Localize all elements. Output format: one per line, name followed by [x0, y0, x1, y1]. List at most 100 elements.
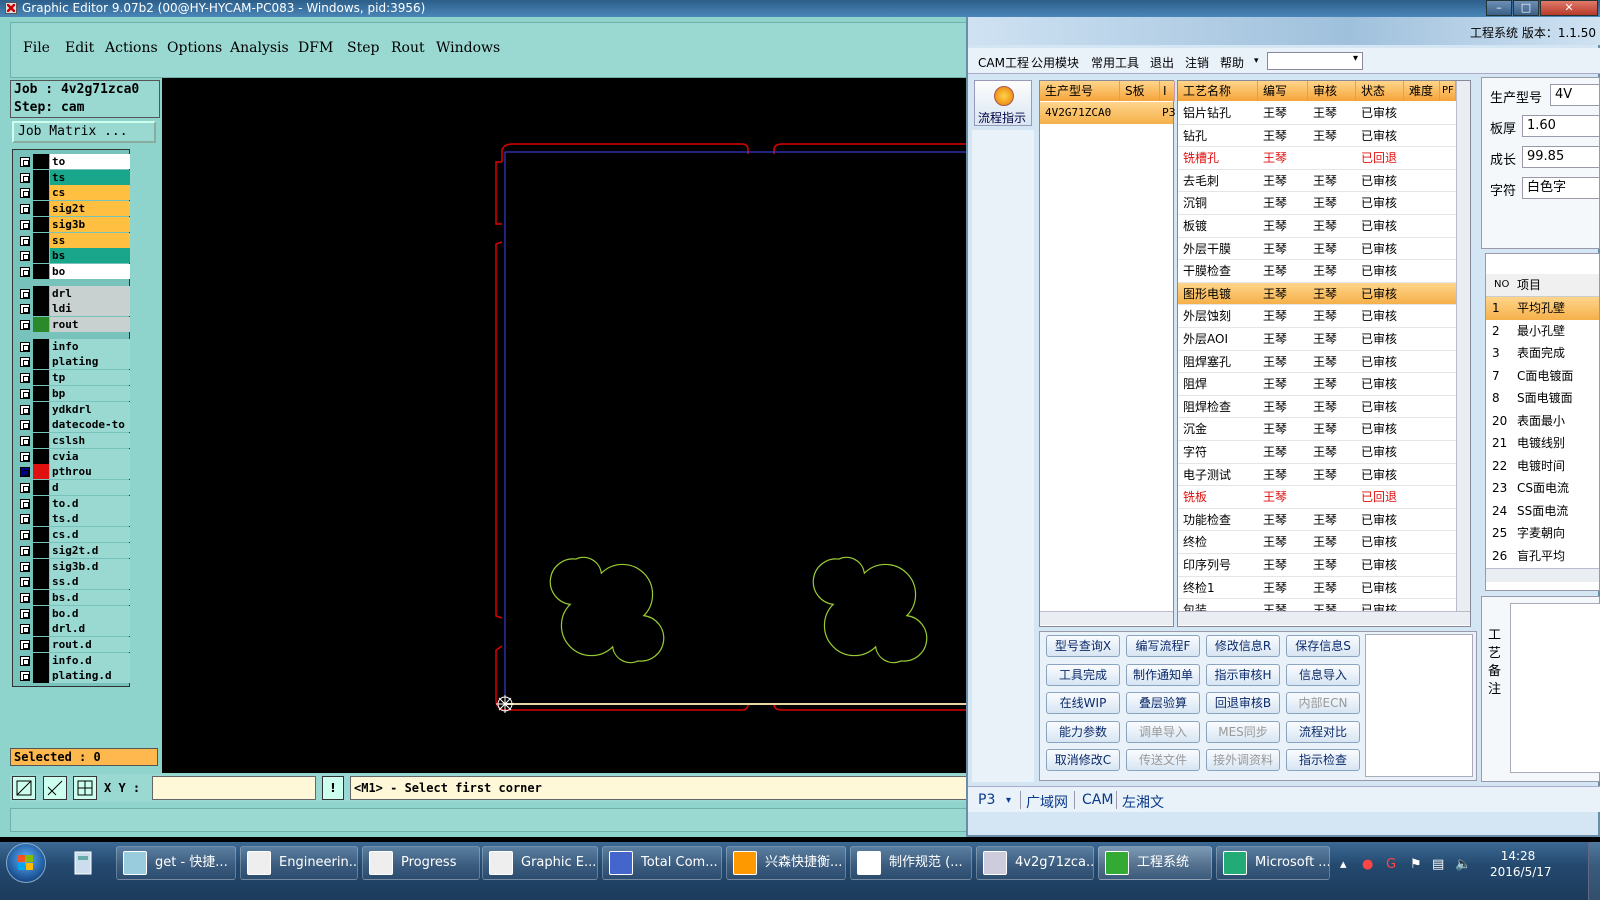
layer-color-swatch[interactable] — [33, 301, 49, 317]
layer-color-swatch[interactable] — [33, 169, 49, 185]
layer-color-swatch[interactable] — [33, 558, 49, 574]
layer-name[interactable]: ss — [50, 232, 130, 248]
chevron-down-icon[interactable]: ▾ — [1254, 56, 1259, 66]
taskbar-item[interactable]: Microsoft ... — [1216, 846, 1330, 880]
layer-row[interactable]: cslsh — [15, 432, 130, 448]
table-row[interactable]: 字符 王琴 王琴 已审核 — [1178, 441, 1456, 464]
layer-name[interactable]: ldi — [50, 301, 130, 317]
action-button[interactable]: 信息导入 — [1286, 663, 1360, 686]
action-note-box[interactable] — [1365, 634, 1473, 777]
layer-color-swatch[interactable] — [33, 511, 49, 527]
yield-field[interactable]: 99.85 — [1522, 146, 1600, 168]
layer-row[interactable]: plating — [15, 354, 130, 370]
action-button[interactable]: 在线WIP — [1046, 692, 1120, 714]
table-row[interactable]: 阻焊塞孔 王琴 王琴 已审核 — [1178, 351, 1456, 374]
layer-row[interactable]: ldi — [15, 301, 130, 317]
layer-row[interactable]: sig3b.d — [15, 558, 130, 574]
layer-color-swatch[interactable] — [33, 201, 49, 217]
layer-color-swatch[interactable] — [33, 432, 49, 448]
table-row[interactable]: 25 字麦朝向 — [1486, 522, 1599, 545]
layer-checkbox[interactable] — [20, 577, 30, 588]
layer-color-swatch[interactable] — [33, 232, 49, 248]
layer-row[interactable]: bs — [15, 248, 130, 264]
layer-row[interactable]: d — [15, 480, 130, 495]
layer-color-swatch[interactable] — [33, 527, 49, 543]
layer-name[interactable]: bo.d — [50, 605, 130, 621]
layer-checkbox[interactable] — [20, 157, 30, 167]
taskbar-item[interactable]: 4v2g71zca... — [976, 846, 1094, 880]
menu-windows[interactable]: Windows — [436, 40, 500, 56]
layer-checkbox[interactable] — [20, 266, 30, 277]
layer-color-swatch[interactable] — [33, 401, 49, 417]
layer-checkbox[interactable] — [20, 204, 30, 215]
layer-checkbox[interactable] — [20, 172, 30, 183]
action-button[interactable]: 流程对比 — [1286, 720, 1360, 743]
network-icon[interactable]: ▤ — [1432, 857, 1444, 872]
menu-dfm[interactable]: DFM — [298, 40, 333, 56]
table-row[interactable]: 2 最小孔壁 — [1486, 320, 1599, 343]
table-row[interactable]: 20 表面最小 — [1486, 410, 1599, 433]
action-button[interactable]: 能力参数 — [1046, 720, 1120, 743]
table-row[interactable]: 铣板 王琴 已回退 — [1178, 486, 1456, 509]
layer-name[interactable]: info.d — [50, 652, 130, 668]
layer-name[interactable]: d — [50, 480, 130, 495]
layer-row[interactable]: ts — [15, 169, 130, 185]
grid-header[interactable]: PF — [1440, 81, 1456, 101]
job-matrix-button[interactable]: Job Matrix ... — [12, 121, 156, 143]
layer-name[interactable]: bp — [50, 385, 130, 401]
table-row[interactable]: 外层干膜 王琴 王琴 已审核 — [1178, 238, 1456, 261]
layer-row[interactable]: ss — [15, 232, 130, 248]
action-button[interactable]: 接外调资料 — [1206, 749, 1280, 771]
layer-name[interactable]: plating.d — [50, 668, 130, 684]
layer-row[interactable]: cvia — [15, 448, 130, 464]
layer-color-swatch[interactable] — [33, 338, 49, 354]
layer-name[interactable]: datecode-to — [50, 417, 130, 433]
layer-checkbox[interactable] — [20, 655, 30, 666]
layer-checkbox[interactable] — [20, 561, 30, 572]
table-row[interactable]: 终检 王琴 王琴 已审核 — [1178, 531, 1456, 554]
layer-checkbox[interactable] — [20, 624, 30, 635]
taskbar-item[interactable]: 工程系统 — [1098, 846, 1212, 880]
taskbar-item[interactable]: get - 快捷... — [116, 846, 236, 880]
taskbar-item[interactable]: Graphic E... — [482, 846, 598, 880]
layer-name[interactable]: sig3b.d — [50, 558, 130, 574]
action-button[interactable]: 回退审核B — [1206, 692, 1280, 714]
action-button[interactable]: 编写流程F — [1126, 635, 1200, 657]
layer-checkbox[interactable] — [20, 545, 30, 556]
layer-checkbox[interactable] — [20, 188, 30, 199]
layer-color-swatch[interactable] — [33, 589, 49, 605]
xy-input[interactable] — [152, 776, 316, 800]
action-button[interactable]: 取消修改C — [1046, 749, 1120, 771]
taskbar-item[interactable]: Progress — [362, 846, 480, 880]
table-row[interactable]: 阻焊检查 王琴 王琴 已审核 — [1178, 396, 1456, 419]
layer-checkbox[interactable] — [20, 608, 30, 619]
layer-checkbox[interactable] — [20, 451, 30, 462]
layer-checkbox[interactable] — [20, 373, 30, 384]
table-row[interactable]: 干膜检查 王琴 王琴 已审核 — [1178, 260, 1456, 283]
layer-color-swatch[interactable] — [33, 417, 49, 433]
grid-header[interactable]: 状态 — [1356, 81, 1404, 101]
layer-color-swatch[interactable] — [33, 385, 49, 401]
table-row[interactable]: 沉金 王琴 王琴 已审核 — [1178, 418, 1456, 441]
layer-name[interactable]: to — [50, 154, 130, 169]
layer-name[interactable]: sig2t.d — [50, 542, 130, 558]
action-button[interactable]: 制作通知单 — [1126, 663, 1200, 686]
layer-checkbox[interactable] — [20, 388, 30, 399]
layer-row[interactable]: sig2t — [15, 201, 130, 217]
layer-name[interactable]: cs.d — [50, 527, 130, 543]
layer-row[interactable]: bs.d — [15, 589, 130, 605]
layer-checkbox[interactable] — [20, 592, 30, 603]
action-button[interactable]: 传送文件 — [1126, 749, 1200, 771]
clock[interactable]: 14:28 2016/5/17 — [1490, 848, 1552, 880]
vertical-scrollbar[interactable] — [1456, 81, 1470, 611]
layer-row[interactable]: info.d — [15, 652, 130, 668]
layer-name[interactable]: ydkdrl — [50, 401, 130, 417]
measure-icon[interactable] — [43, 776, 67, 800]
table-row[interactable]: 4V2G71ZCA0 P3 — [1040, 102, 1176, 124]
menu-actions[interactable]: Actions — [105, 40, 158, 56]
tray-flag-icon[interactable]: ⚑ — [1410, 857, 1422, 872]
layer-row[interactable]: drl — [15, 285, 130, 301]
layer-color-swatch[interactable] — [33, 574, 49, 590]
table-row[interactable]: 图形电镀 王琴 王琴 已审核 — [1178, 282, 1456, 306]
layer-color-swatch[interactable] — [33, 248, 49, 264]
